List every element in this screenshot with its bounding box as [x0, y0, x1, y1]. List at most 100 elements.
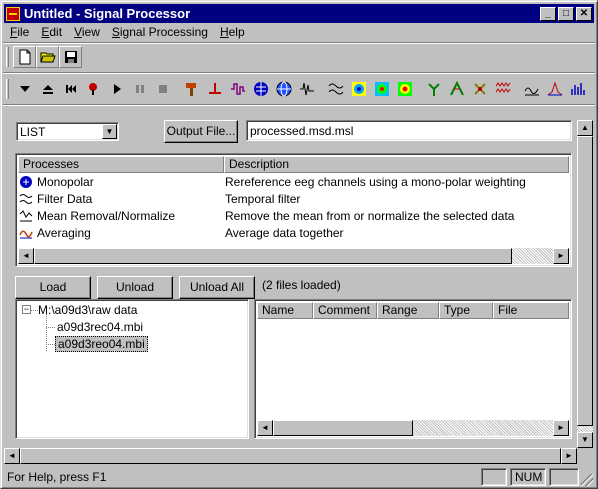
mean-removal-icon [18, 208, 34, 224]
menu-help[interactable]: Help [214, 24, 251, 42]
tree-file-node[interactable]: a09d3rec04.mbi [57, 320, 143, 334]
scroll-thumb[interactable] [577, 136, 593, 426]
processes-hscrollbar[interactable]: ◄ ► [18, 248, 569, 264]
scroll-left-icon[interactable]: ◄ [4, 448, 20, 464]
process-description: Temporal filter [225, 191, 301, 206]
branch-icon[interactable] [445, 78, 468, 100]
toolbar-gripper[interactable] [6, 79, 9, 99]
spectrum-icon[interactable] [566, 78, 589, 100]
status-help-text: For Help, press F1 [7, 470, 107, 484]
toolbar-gripper[interactable] [6, 47, 9, 67]
unload-button[interactable]: Unload [97, 276, 173, 299]
multi-wave-icon[interactable] [491, 78, 514, 100]
arrow-tree-icon[interactable] [468, 78, 491, 100]
list-item[interactable]: Monopolar Rereference eeg channels using… [18, 173, 526, 190]
save-icon[interactable] [59, 46, 82, 68]
column-range[interactable]: Range [377, 302, 439, 319]
details-hscrollbar[interactable]: ◄ ► [257, 420, 569, 436]
scroll-right-icon[interactable]: ► [561, 448, 577, 464]
output-file-button[interactable]: Output File... [164, 120, 238, 143]
heat-map-icon[interactable] [393, 78, 416, 100]
column-description[interactable]: Description [224, 156, 569, 173]
status-num-indicator: NUM [510, 468, 546, 486]
hammer-icon[interactable] [180, 78, 203, 100]
process-name: Averaging [37, 225, 91, 240]
scroll-thumb[interactable] [273, 420, 413, 436]
list-item[interactable]: Filter Data Temporal filter [18, 190, 300, 207]
eject-icon[interactable] [36, 78, 59, 100]
toolbar-separator [3, 72, 595, 74]
close-button[interactable]: ✕ [576, 6, 592, 21]
tree-file-node-selected[interactable]: a09d3reo04.mbi [55, 336, 148, 352]
scroll-left-icon[interactable]: ◄ [257, 420, 273, 436]
resize-grip-icon[interactable] [581, 474, 593, 486]
details-header: Name Comment Range Type File [257, 302, 569, 319]
filter-icon[interactable] [226, 78, 249, 100]
minimize-button[interactable]: _ [540, 6, 556, 21]
topo-map-icon[interactable] [347, 78, 370, 100]
globe-icon[interactable] [272, 78, 295, 100]
scroll-right-icon[interactable]: ► [553, 420, 569, 436]
column-type[interactable]: Type [439, 302, 493, 319]
main-vscrollbar[interactable]: ▲ ▼ [577, 120, 593, 448]
app-icon[interactable] [6, 6, 20, 21]
tree-root-node[interactable]: M:\a09d3\raw data [38, 303, 137, 317]
waveform-icon[interactable] [295, 78, 318, 100]
rewind-icon[interactable] [59, 78, 82, 100]
process-description: Average data together [225, 225, 344, 240]
column-name[interactable]: Name [257, 302, 313, 319]
scroll-up-icon[interactable]: ▲ [577, 120, 593, 136]
scroll-right-icon[interactable]: ► [553, 248, 569, 264]
menu-file[interactable]: File [4, 24, 35, 42]
tree-collapse-icon[interactable]: − [22, 305, 31, 314]
play-icon[interactable] [105, 78, 128, 100]
menu-edit[interactable]: Edit [35, 24, 68, 42]
scroll-left-icon[interactable]: ◄ [18, 248, 34, 264]
tree-icon[interactable] [422, 78, 445, 100]
load-button[interactable]: Load [15, 276, 91, 299]
list-selector-value: LIST [20, 125, 46, 139]
scroll-down-icon[interactable]: ▼ [577, 432, 593, 448]
maximize-button[interactable]: □ [558, 6, 574, 21]
globe-blue-icon[interactable] [249, 78, 272, 100]
open-folder-icon[interactable] [36, 46, 59, 68]
monopolar-icon [18, 174, 34, 190]
app-window: Untitled - Signal Processor _ □ ✕ File E… [0, 0, 598, 489]
window-title: Untitled - Signal Processor [24, 6, 191, 21]
chevron-down-icon[interactable]: ▼ [102, 124, 117, 139]
list-item[interactable]: Mean Removal/Normalize Remove the mean f… [18, 207, 514, 224]
peak-icon[interactable] [543, 78, 566, 100]
column-comment[interactable]: Comment [313, 302, 377, 319]
new-file-icon[interactable] [13, 46, 36, 68]
pause-icon[interactable] [128, 78, 151, 100]
tree-connector [46, 344, 55, 345]
list-selector[interactable]: LIST ▼ [16, 122, 119, 141]
list-item[interactable]: Averaging Average data together [18, 224, 344, 241]
scroll-thumb[interactable] [20, 448, 561, 464]
main-hscrollbar[interactable]: ◄ ► [4, 448, 577, 464]
unload-all-button[interactable]: Unload All [179, 276, 255, 299]
spectrum-map-icon[interactable] [370, 78, 393, 100]
menu-signal-processing[interactable]: Signal Processing [106, 24, 214, 42]
output-filename-field[interactable]: processed.msd.msl [246, 120, 572, 141]
status-bar: For Help, press F1 NUM [4, 467, 594, 487]
play-down-icon[interactable] [13, 78, 36, 100]
menu-separator [3, 42, 595, 44]
scroll-thumb[interactable] [34, 248, 512, 264]
averaging-icon [18, 225, 34, 241]
toolbar-bottom-separator [3, 104, 595, 106]
column-file[interactable]: File [493, 302, 569, 319]
processes-header: Processes Description [18, 156, 569, 173]
filter-data-icon [18, 191, 34, 207]
column-processes[interactable]: Processes [18, 156, 224, 173]
title-bar[interactable]: Untitled - Signal Processor _ □ ✕ [4, 4, 594, 23]
wave-icon[interactable] [324, 78, 347, 100]
file-details-list: Name Comment Range Type File ◄ ► [254, 299, 572, 439]
tree-connector [31, 310, 38, 311]
marker-icon[interactable] [203, 78, 226, 100]
stop-icon[interactable] [151, 78, 174, 100]
process-name: Filter Data [37, 191, 93, 206]
menu-view[interactable]: View [68, 24, 106, 42]
edit-wave-icon[interactable] [520, 78, 543, 100]
record-icon[interactable] [82, 78, 105, 100]
